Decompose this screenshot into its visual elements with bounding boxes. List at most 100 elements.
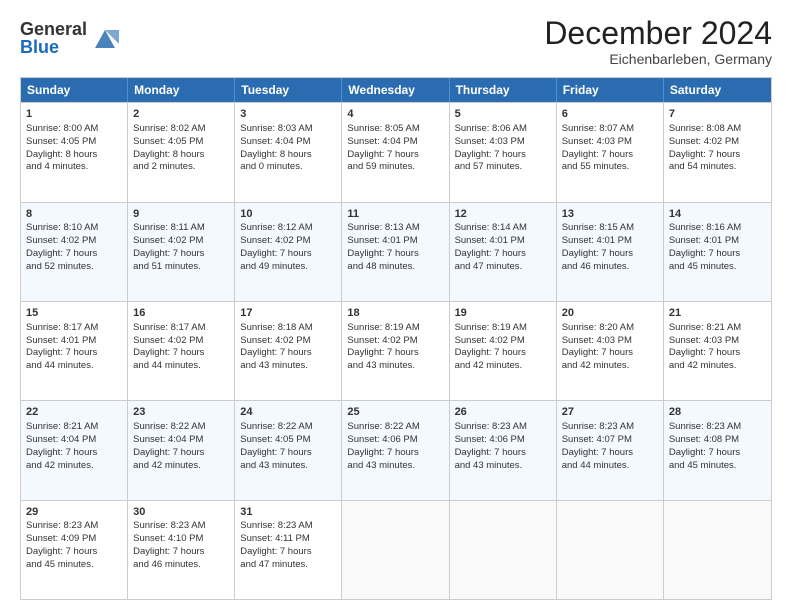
calendar-cell-21: 21Sunrise: 8:21 AMSunset: 4:03 PMDayligh… xyxy=(664,302,771,400)
calendar-cell-8: 8Sunrise: 8:10 AMSunset: 4:02 PMDaylight… xyxy=(21,203,128,301)
day-info-line-3: and 42 minutes. xyxy=(562,360,658,373)
day-number: 28 xyxy=(669,405,766,420)
day-number: 25 xyxy=(347,405,443,420)
calendar-cell-9: 9Sunrise: 8:11 AMSunset: 4:02 PMDaylight… xyxy=(128,203,235,301)
day-info-line-0: Sunrise: 8:23 AM xyxy=(562,421,658,434)
day-info-line-3: and 51 minutes. xyxy=(133,261,229,274)
day-info-line-1: Sunset: 4:01 PM xyxy=(347,235,443,248)
day-info-line-0: Sunrise: 8:23 AM xyxy=(455,421,551,434)
day-info-line-3: and 42 minutes. xyxy=(669,360,766,373)
calendar-cell-15: 15Sunrise: 8:17 AMSunset: 4:01 PMDayligh… xyxy=(21,302,128,400)
day-info-line-2: Daylight: 7 hours xyxy=(133,447,229,460)
calendar-cell-11: 11Sunrise: 8:13 AMSunset: 4:01 PMDayligh… xyxy=(342,203,449,301)
day-info-line-0: Sunrise: 8:10 AM xyxy=(26,222,122,235)
day-info-line-2: Daylight: 7 hours xyxy=(562,347,658,360)
calendar-cell-2: 2Sunrise: 8:02 AMSunset: 4:05 PMDaylight… xyxy=(128,103,235,201)
day-info-line-3: and 46 minutes. xyxy=(133,559,229,572)
day-info-line-2: Daylight: 8 hours xyxy=(240,149,336,162)
day-info-line-1: Sunset: 4:01 PM xyxy=(26,335,122,348)
calendar-cell-31: 31Sunrise: 8:23 AMSunset: 4:11 PMDayligh… xyxy=(235,501,342,599)
day-number: 6 xyxy=(562,107,658,122)
day-info-line-1: Sunset: 4:05 PM xyxy=(240,434,336,447)
day-info-line-1: Sunset: 4:02 PM xyxy=(133,335,229,348)
day-info-line-1: Sunset: 4:02 PM xyxy=(26,235,122,248)
day-info-line-0: Sunrise: 8:18 AM xyxy=(240,322,336,335)
day-info-line-2: Daylight: 7 hours xyxy=(669,248,766,261)
day-info-line-2: Daylight: 7 hours xyxy=(133,546,229,559)
calendar-cell-22: 22Sunrise: 8:21 AMSunset: 4:04 PMDayligh… xyxy=(21,401,128,499)
calendar-row-2: 8Sunrise: 8:10 AMSunset: 4:02 PMDaylight… xyxy=(21,202,771,301)
day-number: 22 xyxy=(26,405,122,420)
day-info-line-2: Daylight: 7 hours xyxy=(26,347,122,360)
day-info-line-3: and 44 minutes. xyxy=(26,360,122,373)
day-info-line-1: Sunset: 4:02 PM xyxy=(347,335,443,348)
day-info-line-2: Daylight: 7 hours xyxy=(347,149,443,162)
day-info-line-1: Sunset: 4:11 PM xyxy=(240,533,336,546)
day-info-line-3: and 4 minutes. xyxy=(26,161,122,174)
day-number: 16 xyxy=(133,306,229,321)
day-number: 9 xyxy=(133,207,229,222)
day-info-line-1: Sunset: 4:04 PM xyxy=(240,136,336,149)
day-info-line-3: and 48 minutes. xyxy=(347,261,443,274)
day-info-line-0: Sunrise: 8:19 AM xyxy=(455,322,551,335)
day-info-line-3: and 42 minutes. xyxy=(455,360,551,373)
day-info-line-2: Daylight: 7 hours xyxy=(562,248,658,261)
calendar: SundayMondayTuesdayWednesdayThursdayFrid… xyxy=(20,77,772,600)
day-info-line-3: and 52 minutes. xyxy=(26,261,122,274)
day-info-line-3: and 47 minutes. xyxy=(455,261,551,274)
day-number: 11 xyxy=(347,207,443,222)
calendar-cell-empty-5 xyxy=(557,501,664,599)
day-info-line-2: Daylight: 7 hours xyxy=(26,447,122,460)
day-number: 5 xyxy=(455,107,551,122)
header-day-thursday: Thursday xyxy=(450,78,557,102)
day-info-line-3: and 55 minutes. xyxy=(562,161,658,174)
day-info-line-2: Daylight: 7 hours xyxy=(455,248,551,261)
day-info-line-0: Sunrise: 8:08 AM xyxy=(669,123,766,136)
logo-general: General xyxy=(20,20,87,38)
day-info-line-2: Daylight: 7 hours xyxy=(455,149,551,162)
day-number: 7 xyxy=(669,107,766,122)
day-info-line-1: Sunset: 4:01 PM xyxy=(669,235,766,248)
day-info-line-2: Daylight: 7 hours xyxy=(347,347,443,360)
day-info-line-1: Sunset: 4:03 PM xyxy=(562,335,658,348)
day-info-line-3: and 59 minutes. xyxy=(347,161,443,174)
day-info-line-2: Daylight: 7 hours xyxy=(240,248,336,261)
day-number: 30 xyxy=(133,505,229,520)
calendar-cell-20: 20Sunrise: 8:20 AMSunset: 4:03 PMDayligh… xyxy=(557,302,664,400)
calendar-cell-3: 3Sunrise: 8:03 AMSunset: 4:04 PMDaylight… xyxy=(235,103,342,201)
day-info-line-0: Sunrise: 8:05 AM xyxy=(347,123,443,136)
day-info-line-1: Sunset: 4:05 PM xyxy=(133,136,229,149)
day-info-line-3: and 43 minutes. xyxy=(240,460,336,473)
day-info-line-1: Sunset: 4:08 PM xyxy=(669,434,766,447)
day-info-line-1: Sunset: 4:06 PM xyxy=(347,434,443,447)
calendar-cell-27: 27Sunrise: 8:23 AMSunset: 4:07 PMDayligh… xyxy=(557,401,664,499)
day-number: 31 xyxy=(240,505,336,520)
calendar-header-row: SundayMondayTuesdayWednesdayThursdayFrid… xyxy=(21,78,771,102)
day-info-line-3: and 43 minutes. xyxy=(240,360,336,373)
calendar-cell-29: 29Sunrise: 8:23 AMSunset: 4:09 PMDayligh… xyxy=(21,501,128,599)
day-info-line-3: and 43 minutes. xyxy=(347,460,443,473)
day-info-line-3: and 45 minutes. xyxy=(669,460,766,473)
day-info-line-0: Sunrise: 8:00 AM xyxy=(26,123,122,136)
calendar-cell-12: 12Sunrise: 8:14 AMSunset: 4:01 PMDayligh… xyxy=(450,203,557,301)
day-number: 3 xyxy=(240,107,336,122)
day-info-line-2: Daylight: 7 hours xyxy=(669,347,766,360)
calendar-cell-26: 26Sunrise: 8:23 AMSunset: 4:06 PMDayligh… xyxy=(450,401,557,499)
logo-icon xyxy=(91,24,119,52)
day-info-line-3: and 0 minutes. xyxy=(240,161,336,174)
day-info-line-3: and 44 minutes. xyxy=(133,360,229,373)
day-info-line-0: Sunrise: 8:02 AM xyxy=(133,123,229,136)
day-info-line-3: and 42 minutes. xyxy=(133,460,229,473)
calendar-cell-18: 18Sunrise: 8:19 AMSunset: 4:02 PMDayligh… xyxy=(342,302,449,400)
day-number: 14 xyxy=(669,207,766,222)
day-info-line-2: Daylight: 8 hours xyxy=(26,149,122,162)
day-info-line-0: Sunrise: 8:23 AM xyxy=(26,520,122,533)
day-info-line-0: Sunrise: 8:23 AM xyxy=(669,421,766,434)
day-info-line-2: Daylight: 7 hours xyxy=(562,149,658,162)
header-day-sunday: Sunday xyxy=(21,78,128,102)
calendar-cell-empty-4 xyxy=(450,501,557,599)
day-info-line-0: Sunrise: 8:17 AM xyxy=(133,322,229,335)
day-number: 24 xyxy=(240,405,336,420)
day-info-line-1: Sunset: 4:07 PM xyxy=(562,434,658,447)
day-info-line-3: and 49 minutes. xyxy=(240,261,336,274)
